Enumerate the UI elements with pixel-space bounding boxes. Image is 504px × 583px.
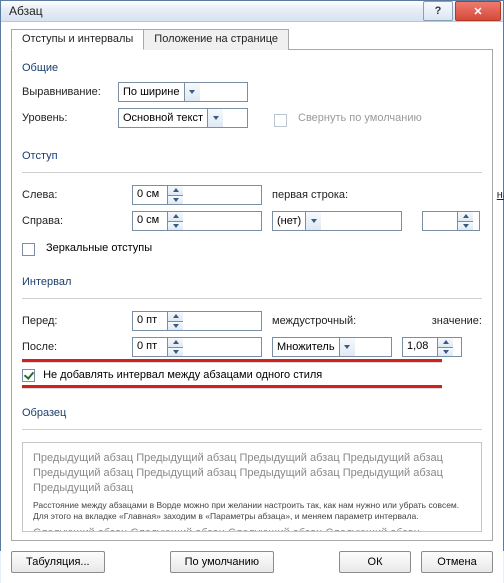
tabs-button[interactable]: Табуляция... — [11, 551, 105, 573]
spin-up-icon[interactable] — [438, 338, 453, 348]
firstline-combo[interactable]: (нет) — [272, 211, 402, 231]
alignment-label: Выравнивание: — [22, 86, 112, 98]
alignment-combo[interactable]: По ширине — [118, 82, 248, 102]
firstline-label: первая строка: — [272, 189, 412, 201]
mirror-indents-label: Зеркальные отступы — [46, 242, 152, 254]
indent-left-label: Слева: — [22, 189, 122, 201]
button-label: ОК — [368, 556, 383, 568]
outline-level-value: Основной текст — [119, 112, 207, 124]
group-indent-heading: Отступ — [22, 150, 482, 162]
preview-box: Предыдущий абзац Предыдущий абзац Предыд… — [22, 442, 482, 532]
alignment-value: По ширине — [119, 86, 184, 98]
preview-gray-text: Предыдущий абзац Предыдущий абзац Предыд… — [33, 451, 471, 496]
spin-up-icon[interactable] — [168, 338, 183, 348]
chevron-down-icon — [305, 212, 321, 230]
indent-right-value: 0 см — [133, 212, 167, 230]
chevron-down-icon — [339, 338, 355, 356]
collapse-default-checkbox — [274, 114, 287, 127]
indent-left-spin[interactable]: 0 см — [132, 185, 262, 205]
mirror-indents-checkbox[interactable] — [22, 243, 35, 256]
dialog-window: Абзац ? ✕ Отступы и интервалы Положение … — [0, 0, 504, 551]
line-spacing-value: Множитель — [273, 341, 339, 353]
space-before-value: 0 пт — [133, 312, 167, 330]
help-button[interactable]: ? — [423, 1, 453, 21]
group-general-heading: Общие — [22, 62, 482, 74]
spin-down-icon[interactable] — [458, 222, 473, 231]
line-spacing-at-value: 1,08 — [403, 338, 437, 356]
firstline-by-value — [423, 212, 457, 230]
chevron-down-icon — [207, 109, 223, 127]
line-spacing-combo[interactable]: Множитель — [272, 337, 392, 357]
highlighted-option: Не добавлять интервал между абзацами одн… — [22, 363, 482, 387]
window-title: Абзац — [9, 4, 421, 18]
space-after-value: 0 пт — [133, 338, 167, 356]
button-label: Отмена — [437, 556, 476, 568]
spin-down-icon[interactable] — [168, 222, 183, 231]
tab-label: Положение на странице — [154, 33, 278, 45]
firstline-by-spin[interactable] — [422, 211, 480, 231]
tab-indents-spacing[interactable]: Отступы и интервалы — [11, 29, 144, 50]
set-default-button[interactable]: По умолчанию — [170, 551, 274, 573]
tab-label: Отступы и интервалы — [22, 33, 133, 45]
spin-up-icon[interactable] — [458, 212, 473, 222]
help-icon: ? — [435, 5, 442, 17]
by-label: на: — [422, 189, 504, 201]
group-preview-heading: Образец — [22, 407, 482, 419]
firstline-value: (нет) — [273, 215, 305, 227]
cancel-button[interactable]: Отмена — [421, 551, 493, 573]
at-label: значение: — [402, 315, 482, 327]
outline-level-label: Уровень: — [22, 112, 112, 124]
spin-down-icon[interactable] — [168, 196, 183, 205]
group-spacing-heading: Интервал — [22, 276, 482, 288]
line-spacing-label: междустрочный: — [272, 315, 392, 327]
no-space-same-style-label: Не добавлять интервал между абзацами одн… — [43, 369, 322, 381]
space-after-spin[interactable]: 0 пт — [132, 337, 262, 357]
spin-up-icon[interactable] — [168, 186, 183, 196]
close-icon: ✕ — [473, 5, 482, 18]
chevron-down-icon — [184, 83, 200, 101]
preview-sample-text: Расстояние между абзацами в Ворде можно … — [33, 500, 471, 523]
spin-down-icon[interactable] — [168, 322, 183, 331]
tab-bar: Отступы и интервалы Положение на страниц… — [11, 28, 493, 50]
collapse-default-label: Свернуть по умолчанию — [298, 112, 422, 124]
button-label: По умолчанию — [185, 556, 259, 568]
spin-down-icon[interactable] — [168, 348, 183, 357]
outline-level-combo[interactable]: Основной текст — [118, 108, 248, 128]
space-after-label: После: — [22, 341, 122, 353]
tab-line-page-breaks[interactable]: Положение на странице — [143, 29, 289, 50]
space-before-label: Перед: — [22, 315, 122, 327]
preview-gray-text: Следующий абзац Следующий абзац Следующи… — [33, 526, 471, 532]
spin-up-icon[interactable] — [168, 212, 183, 222]
indent-right-spin[interactable]: 0 см — [132, 211, 262, 231]
spin-up-icon[interactable] — [168, 312, 183, 322]
ok-button[interactable]: ОК — [339, 551, 411, 573]
close-button[interactable]: ✕ — [455, 1, 501, 21]
tab-panel: Общие Выравнивание: По ширине Уровень: О… — [11, 50, 493, 541]
indent-right-label: Справа: — [22, 215, 122, 227]
indent-left-value: 0 см — [133, 186, 167, 204]
space-before-spin[interactable]: 0 пт — [132, 311, 262, 331]
dialog-footer: Табуляция... По умолчанию ОК Отмена — [11, 541, 493, 573]
line-spacing-at-spin[interactable]: 1,08 — [402, 337, 462, 357]
no-space-same-style-checkbox[interactable] — [22, 369, 35, 382]
titlebar: Абзац ? ✕ — [1, 1, 503, 22]
button-label: Табуляция... — [26, 556, 90, 568]
spin-down-icon[interactable] — [438, 348, 453, 357]
